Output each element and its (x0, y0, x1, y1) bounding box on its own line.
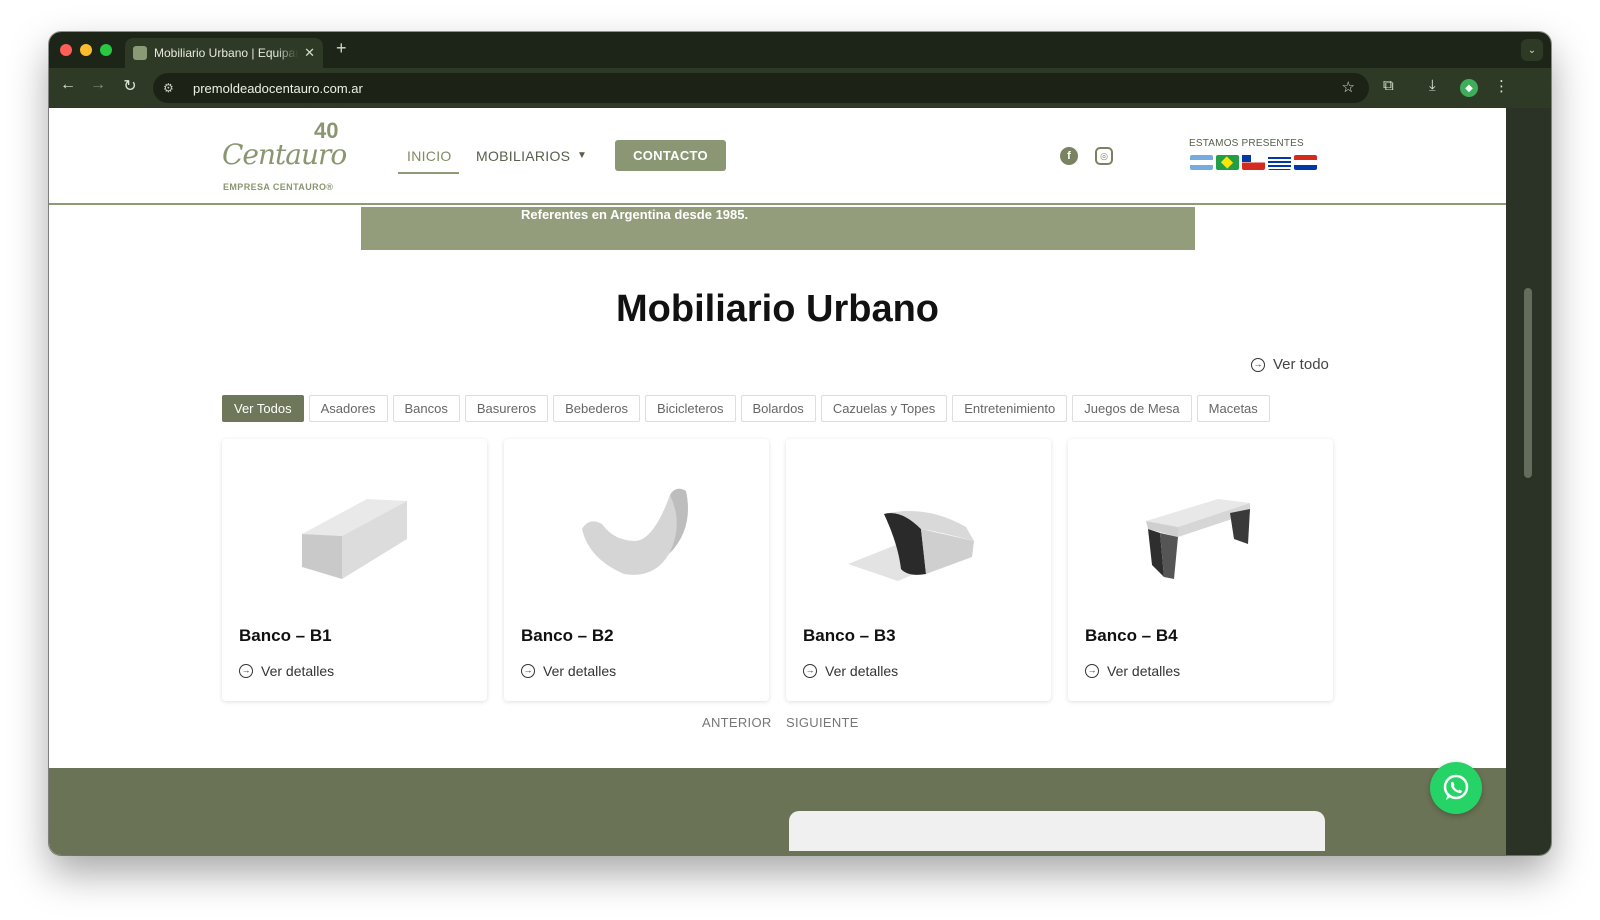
pager-anterior[interactable]: ANTERIOR (702, 715, 772, 730)
filter-macetas[interactable]: Macetas (1196, 395, 1270, 422)
forward-icon[interactable]: → (86, 76, 110, 94)
footer-card (789, 811, 1325, 851)
tab-search-icon[interactable]: ⌄ (1521, 39, 1543, 61)
arrow-circle-icon: → (521, 664, 535, 678)
close-window-button[interactable] (60, 44, 72, 56)
product-title[interactable]: Banco – B2 (521, 626, 614, 646)
product-card[interactable]: Banco – B4 → Ver detalles (1068, 439, 1333, 701)
page-title: Mobiliario Urbano (616, 288, 939, 330)
pager-siguiente[interactable]: SIGUIENTE (786, 715, 859, 730)
filter-ver-todos[interactable]: Ver Todos (222, 395, 304, 422)
reload-icon[interactable]: ↻ (118, 76, 142, 96)
address-bar[interactable]: ⚙ premoldeadocentauro.com.ar ☆ (153, 73, 1369, 103)
ver-detalles-label: Ver detalles (1107, 663, 1181, 679)
ver-detalles-link[interactable]: → Ver detalles (521, 663, 616, 679)
maximize-window-button[interactable] (100, 44, 112, 56)
profile-icon[interactable]: ◆ (1460, 79, 1478, 97)
ver-detalles-label: Ver detalles (543, 663, 617, 679)
arrow-circle-icon: → (239, 664, 253, 678)
flag-paraguay-icon[interactable] (1294, 155, 1317, 170)
filter-bolardos[interactable]: Bolardos (740, 395, 816, 422)
bench-b1-image (302, 499, 407, 579)
url-text[interactable]: premoldeadocentauro.com.ar (193, 81, 363, 96)
logo-number: 40 (314, 118, 339, 143)
arrow-circle-icon: → (1085, 664, 1099, 678)
facebook-icon[interactable]: f (1060, 147, 1078, 165)
hero-band: Referentes en Argentina desde 1985. (361, 207, 1195, 250)
product-card[interactable]: Banco – B3 → Ver detalles (786, 439, 1051, 701)
country-flags (1190, 155, 1317, 170)
ver-todo-label: Ver todo (1273, 356, 1329, 373)
flag-brazil-icon[interactable] (1216, 155, 1239, 170)
tab-bar: Mobiliario Urbano | Equipamiento ✕ + ⌄ (49, 32, 1551, 68)
nav-inicio[interactable]: INICIO (407, 148, 452, 164)
filter-bancos[interactable]: Bancos (392, 395, 460, 422)
flag-uruguay-icon[interactable] (1268, 155, 1291, 170)
back-icon[interactable]: ← (56, 76, 80, 94)
ver-detalles-link[interactable]: → Ver detalles (239, 663, 334, 679)
product-title[interactable]: Banco – B1 (239, 626, 332, 646)
chevron-down-icon[interactable]: ▼ (577, 150, 587, 161)
footer-band (49, 768, 1506, 855)
download-icon[interactable]: ⤓ (1429, 77, 1436, 94)
logo-subtitle: EMPRESA CENTAURO® (223, 182, 334, 192)
product-card[interactable]: Banco – B2 → Ver detalles (504, 439, 769, 701)
contacto-button[interactable]: CONTACTO (615, 140, 726, 171)
star-icon[interactable]: ☆ (1342, 78, 1355, 96)
whatsapp-icon[interactable] (1430, 762, 1482, 814)
filter-bicicleteros[interactable]: Bicicleteros (645, 395, 736, 422)
browser-toolbar: ← → ↻ ⚙ premoldeadocentauro.com.ar ☆ ⧉ ⤓… (49, 68, 1551, 108)
new-tab-button[interactable]: + (336, 38, 347, 59)
category-filters: Ver Todos Asadores Bancos Basureros Bebe… (222, 395, 1270, 422)
bench-b4-image (1146, 499, 1250, 579)
product-grid: Banco – B1 → Ver detalles Banco – B2 → V… (222, 439, 1333, 701)
filter-asadores[interactable]: Asadores (308, 395, 388, 422)
filter-cazuelas[interactable]: Cazuelas y Topes (820, 395, 948, 422)
bench-b2-image (582, 488, 688, 575)
filter-basureros[interactable]: Basureros (464, 395, 549, 422)
ver-detalles-label: Ver detalles (825, 663, 899, 679)
site-header: Centauro 40 EMPRESA CENTAURO® INICIO MOB… (49, 108, 1506, 205)
flag-chile-icon[interactable] (1242, 155, 1265, 170)
active-tab[interactable]: Mobiliario Urbano | Equipamiento ✕ (125, 38, 323, 68)
flag-argentina-icon[interactable] (1190, 155, 1213, 170)
site-info-icon[interactable]: ⚙ (163, 81, 183, 95)
arrow-circle-icon: → (803, 664, 817, 678)
favicon-icon (133, 46, 147, 60)
whatsapp-glyph-icon (1443, 774, 1469, 800)
filter-entretenimiento[interactable]: Entretenimiento (952, 395, 1068, 422)
ver-detalles-link[interactable]: → Ver detalles (803, 663, 898, 679)
tab-title: Mobiliario Urbano | Equipamiento (154, 46, 298, 60)
presentes-label: ESTAMOS PRESENTES (1189, 138, 1304, 149)
ver-detalles-label: Ver detalles (261, 663, 335, 679)
extensions-icon[interactable]: ⧉ (1383, 77, 1394, 94)
product-title[interactable]: Banco – B4 (1085, 626, 1178, 646)
product-title[interactable]: Banco – B3 (803, 626, 896, 646)
hero-band-text: Referentes en Argentina desde 1985. (521, 207, 749, 222)
filter-bebederos[interactable]: Bebederos (553, 395, 641, 422)
page-scrollbar[interactable] (1506, 108, 1551, 855)
bench-b3-image (848, 510, 974, 581)
product-card[interactable]: Banco – B1 → Ver detalles (222, 439, 487, 701)
scrollbar-thumb[interactable] (1524, 288, 1532, 478)
tab-close-icon[interactable]: ✕ (304, 45, 315, 61)
arrow-circle-icon: → (1251, 357, 1265, 372)
ver-todo-link[interactable]: → Ver todo (1251, 356, 1329, 373)
instagram-icon[interactable]: ◎ (1095, 147, 1113, 165)
browser-window: Mobiliario Urbano | Equipamiento ✕ + ⌄ ←… (49, 32, 1551, 855)
ver-detalles-link[interactable]: → Ver detalles (1085, 663, 1180, 679)
page-viewport: Centauro 40 EMPRESA CENTAURO® INICIO MOB… (49, 108, 1506, 855)
centauro-logo[interactable]: Centauro 40 EMPRESA CENTAURO® (222, 116, 347, 196)
minimize-window-button[interactable] (80, 44, 92, 56)
nav-mobiliarios[interactable]: MOBILIARIOS (476, 148, 570, 164)
nav-active-underline (398, 172, 459, 174)
menu-icon[interactable]: ⋮ (1494, 77, 1509, 95)
filter-juegos-de-mesa[interactable]: Juegos de Mesa (1072, 395, 1192, 422)
